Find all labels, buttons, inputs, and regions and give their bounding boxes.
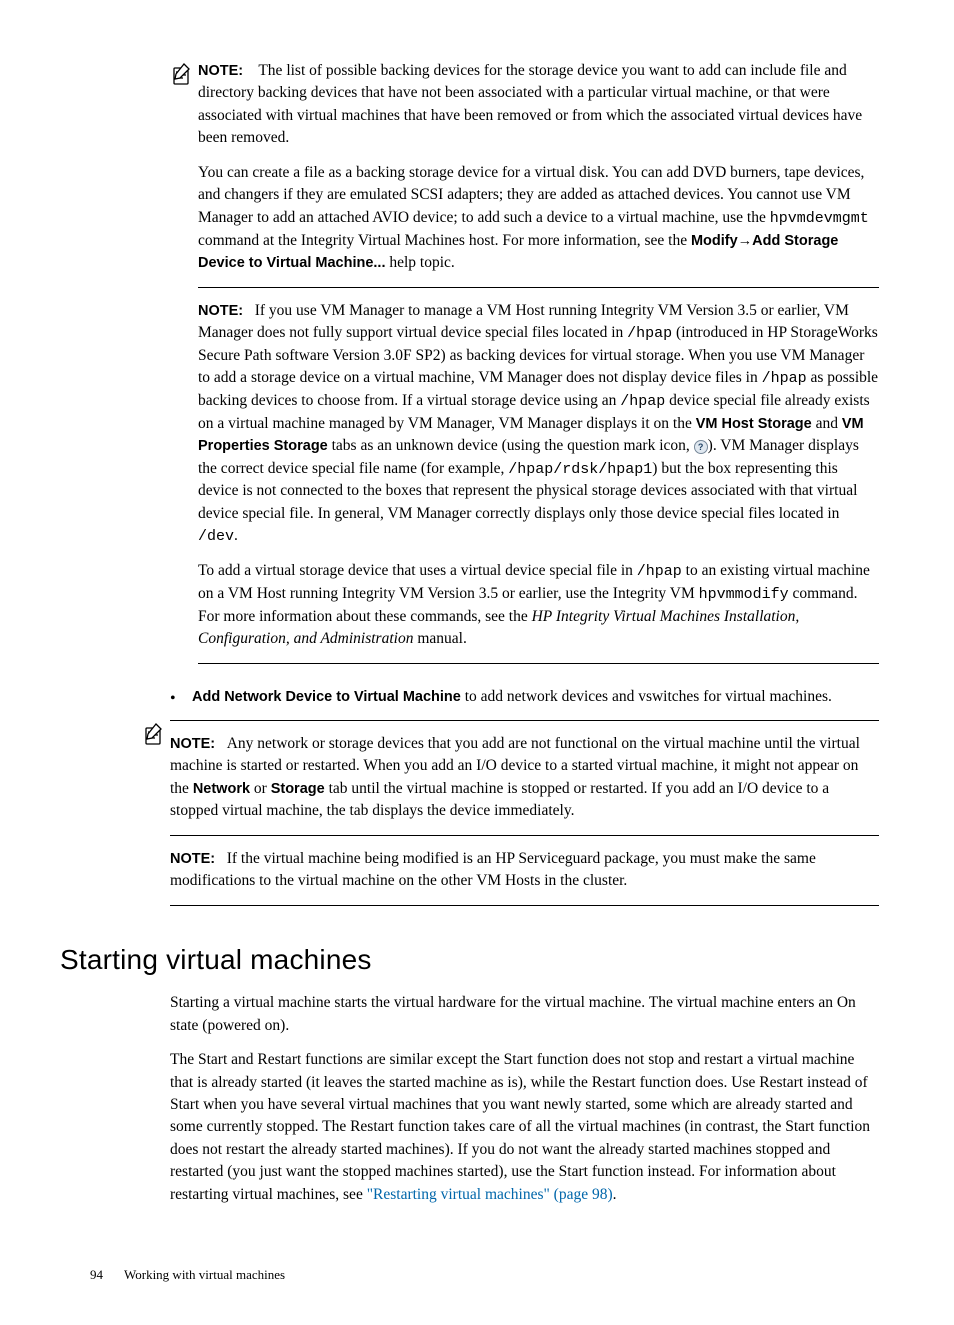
rule xyxy=(198,287,879,288)
note-icon xyxy=(142,722,170,753)
note-label: NOTE: xyxy=(170,851,215,867)
section-heading: Starting virtual machines xyxy=(60,940,894,981)
section-p2: The Start and Restart functions are simi… xyxy=(170,1049,879,1206)
note4-p1: NOTE: If the virtual machine being modif… xyxy=(170,848,879,893)
note2-p1: NOTE: If you use VM Manager to manage a … xyxy=(198,300,879,549)
note1-p2: You can create a file as a backing stora… xyxy=(198,162,879,275)
note-label: NOTE: xyxy=(198,303,243,319)
note-label: NOTE: xyxy=(170,736,215,752)
bullet-icon: • xyxy=(170,686,192,710)
note-icon xyxy=(170,62,198,93)
note-block-1: NOTE: The list of possible backing devic… xyxy=(170,60,879,676)
note1-p1: NOTE: The list of possible backing devic… xyxy=(198,60,879,150)
note-label: NOTE: xyxy=(198,63,243,79)
rule xyxy=(170,905,879,906)
rule xyxy=(170,835,879,836)
rule xyxy=(170,720,879,721)
code-hpvmdevmgmt: hpvmdevmgmt xyxy=(770,210,869,227)
section-body: Starting a virtual machine starts the vi… xyxy=(170,992,879,1206)
page-number: 94 xyxy=(90,1267,103,1282)
bullet-text: Add Network Device to Virtual Machine to… xyxy=(192,686,879,710)
bullet-block: • Add Network Device to Virtual Machine … xyxy=(170,686,879,710)
rule xyxy=(198,663,879,664)
note3-p1: NOTE: Any network or storage devices tha… xyxy=(170,733,879,823)
section-p1: Starting a virtual machine starts the vi… xyxy=(170,992,879,1037)
note2-p2: To add a virtual storage device that use… xyxy=(198,560,879,650)
note-block-3: NOTE: Any network or storage devices tha… xyxy=(142,720,879,918)
chapter-title: Working with virtual machines xyxy=(124,1267,285,1282)
page-footer: 94 Working with virtual machines xyxy=(90,1266,894,1285)
restart-link[interactable]: "Restarting virtual machines" (page 98) xyxy=(367,1186,613,1203)
question-mark-icon: ? xyxy=(694,440,708,454)
